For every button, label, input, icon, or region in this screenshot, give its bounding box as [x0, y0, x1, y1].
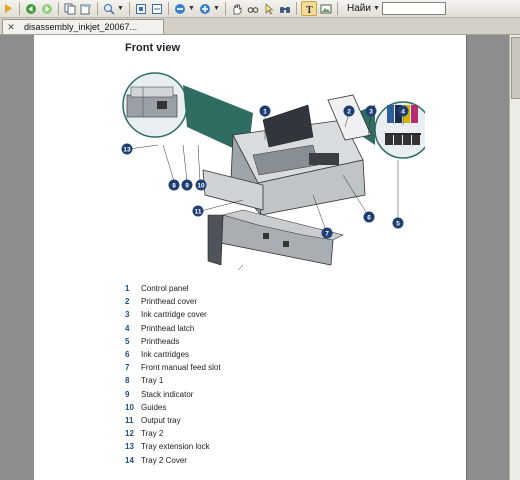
legend-row: 14 Tray 2 Cover: [125, 453, 221, 466]
toolbar: ▼ ▼ ▼ T Найи ▼: [0, 0, 520, 18]
legend-number: 2: [125, 297, 130, 307]
callout-label: 3: [369, 109, 373, 116]
callout-label: 8: [172, 183, 176, 190]
fit-page-icon[interactable]: [134, 2, 148, 15]
legend-row: 10 Guides: [125, 401, 221, 414]
legend-number: 13: [125, 442, 134, 452]
legend-row: 3 Ink cartridge cover: [125, 308, 221, 321]
close-icon[interactable]: ✕: [6, 22, 16, 33]
callout-label: 7: [325, 231, 329, 238]
callout-label: 4: [401, 109, 405, 116]
find-input[interactable]: [381, 2, 446, 15]
toolbar-separator: [129, 2, 130, 15]
play-icon[interactable]: [1, 2, 15, 15]
select-arrow-icon[interactable]: [262, 2, 276, 15]
legend-row: 4 Printhead latch: [125, 322, 221, 335]
legend-label: Printhead latch: [141, 323, 195, 333]
legend-label: Ink cartridge cover: [141, 310, 207, 320]
callout-label: 11: [195, 209, 202, 216]
legend-row: 5 Printheads: [125, 335, 221, 348]
parts-legend: 1 Control panel 2 Printhead cover 3 Ink car…: [125, 282, 221, 467]
legend-number: 4: [125, 323, 130, 333]
legend-number: 5: [125, 336, 130, 346]
legend-label: Tray 2: [141, 429, 164, 439]
toolbar-separator: [296, 2, 297, 15]
toolbar-separator: [225, 2, 226, 15]
callout-label: 1: [263, 109, 267, 116]
legend-number: 6: [125, 350, 130, 360]
callout-label: 10: [197, 183, 205, 190]
legend-number: 14: [125, 455, 134, 465]
chevron-down-icon[interactable]: ▼: [373, 5, 380, 12]
tab-document[interactable]: ✕ disassembly_inkjet_20067...: [2, 19, 164, 34]
pages-icon[interactable]: [63, 2, 77, 15]
legend-row: 12 Tray 2: [125, 427, 221, 440]
toolbar-separator: [19, 2, 20, 15]
legend-number: 9: [125, 389, 130, 399]
legend-label: Output tray: [141, 415, 181, 425]
legend-row: 8 Tray 1: [125, 374, 221, 387]
text-select-icon[interactable]: T: [301, 1, 317, 16]
legend-row: 7 Front manual feed slot: [125, 361, 221, 374]
tab-title: disassembly_inkjet_20067...: [24, 22, 138, 32]
glasses-icon[interactable]: [246, 2, 260, 15]
legend-number: 1: [125, 284, 130, 294]
back-icon[interactable]: [24, 2, 38, 15]
tray-2-drawing: [207, 209, 344, 266]
legend-number: 10: [125, 402, 134, 412]
zoom-tool-icon[interactable]: [102, 2, 116, 15]
toolbar-separator: [58, 2, 59, 15]
legend-label: Front manual feed slot: [141, 363, 221, 373]
legend-number: 7: [125, 363, 130, 373]
chevron-down-icon[interactable]: ▼: [117, 5, 124, 12]
toolbar-separator: [97, 2, 98, 15]
toolbar-separator: [168, 2, 169, 15]
binoculars-icon[interactable]: [278, 2, 292, 15]
fit-width-icon[interactable]: [150, 2, 164, 15]
legend-number: 8: [125, 376, 130, 386]
legend-label: Printheads: [141, 336, 180, 346]
inset-left-detail: [122, 72, 188, 138]
pages-alt-icon[interactable]: [79, 2, 93, 15]
chevron-down-icon[interactable]: ▼: [188, 5, 195, 12]
svg-text:T: T: [306, 5, 313, 15]
legend-row: 1 Control panel: [125, 282, 221, 295]
page-heading: Front view: [125, 42, 181, 54]
legend-row: 9 Stack indicator: [125, 388, 221, 401]
find-label: Найи: [347, 3, 371, 14]
printer-front-view-diagram: 1 2 3 4 5 6 7 8 9 10 11 12 13 14: [121, 72, 425, 270]
forward-icon[interactable]: [40, 2, 54, 15]
legend-number: 11: [125, 415, 134, 425]
legend-row: 13 Tray extension lock: [125, 440, 221, 453]
legend-label: Tray extension lock: [141, 442, 210, 452]
legend-row: 2 Printhead cover: [125, 295, 221, 308]
legend-label: Tray 2 Cover: [141, 455, 187, 465]
hand-tool-icon[interactable]: [230, 2, 244, 15]
toolbar-separator: [337, 2, 338, 15]
image-select-icon[interactable]: [319, 2, 333, 15]
callout-label: 5: [396, 221, 400, 228]
zoom-in-icon[interactable]: [198, 2, 212, 15]
vertical-scrollbar[interactable]: [509, 35, 520, 480]
zoom-out-icon[interactable]: [173, 2, 187, 15]
callout-label: 2: [347, 109, 351, 116]
callout-label: 13: [123, 147, 131, 154]
document-page: Front view 1 2 3 4 5 6 7 8 9 10 11 13 1 …: [34, 35, 466, 480]
legend-row: 6 Ink cartridges: [125, 348, 221, 361]
legend-label: Tray 1: [141, 376, 164, 386]
legend-label: Stack indicator: [141, 389, 194, 399]
legend-label: Printhead cover: [141, 297, 198, 307]
callout-label: 6: [367, 215, 371, 222]
legend-number: 12: [125, 429, 134, 439]
legend-label: Control panel: [141, 284, 189, 294]
legend-label: Guides: [141, 402, 167, 412]
legend-label: Ink cartridges: [141, 350, 190, 360]
scrollbar-thumb[interactable]: [511, 37, 520, 99]
tab-bar: ✕ disassembly_inkjet_20067...: [0, 18, 520, 35]
callout-label: 9: [185, 183, 189, 190]
legend-number: 3: [125, 310, 130, 320]
chevron-down-icon[interactable]: ▼: [213, 5, 220, 12]
legend-row: 11 Output tray: [125, 414, 221, 427]
